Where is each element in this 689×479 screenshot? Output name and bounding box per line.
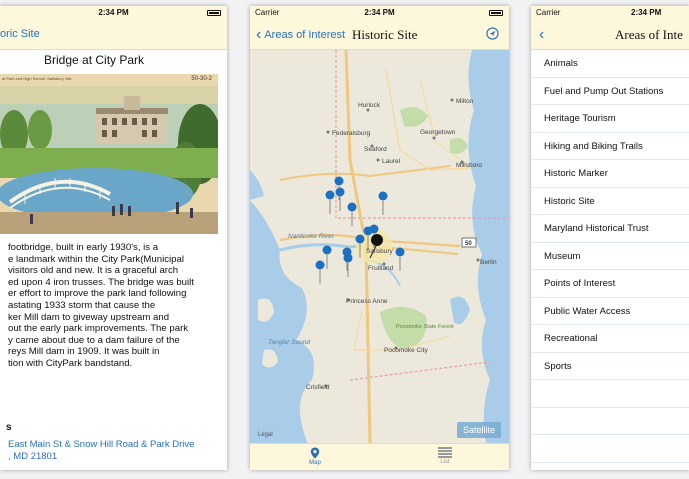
map-label: Georgetown xyxy=(420,129,456,136)
map-label: Salisbury xyxy=(366,248,393,255)
map-label: Laurel xyxy=(382,158,401,165)
status-bar: Carrier 2:34 PM xyxy=(531,6,689,20)
description-line: ed upon 4 iron trusses. The bridge was b… xyxy=(8,276,194,288)
address-line[interactable]: , MD 21801 xyxy=(8,451,194,463)
empty-row xyxy=(531,408,689,435)
nav-bar: oric Site xyxy=(0,20,227,50)
map-pin-icon xyxy=(310,447,320,459)
postcard-number: 50-30-2 xyxy=(191,76,212,82)
back-button[interactable]: ‹ xyxy=(539,20,547,50)
list-item[interactable]: Heritage Tourism xyxy=(531,105,689,133)
page-title: Areas of Inte xyxy=(615,27,683,42)
back-button[interactable]: oric Site xyxy=(0,20,40,49)
page-title: Historic Site xyxy=(352,27,418,42)
description-line: astating 1933 storm that cause the xyxy=(8,299,156,311)
areas-list: Animals Fuel and Pump Out Stations Herit… xyxy=(531,50,689,463)
map-label: Millsboro xyxy=(456,162,482,169)
map-label: Tangier Sound xyxy=(268,339,310,346)
list-item[interactable]: Sports xyxy=(531,353,689,380)
description-line: er effort to improve the park land follo… xyxy=(8,288,187,300)
map-screen: Carrier 2:34 PM ‹ Areas of Interest Histo… xyxy=(250,6,509,470)
list-icon xyxy=(438,447,452,458)
map-label: Pocomoke City xyxy=(384,347,428,354)
status-time: 2:34 PM xyxy=(98,8,129,17)
status-time: 2:34 PM xyxy=(364,8,395,17)
chevron-left-icon: ‹ xyxy=(256,26,262,43)
chevron-left-icon: ‹ xyxy=(539,26,545,43)
list-item[interactable]: Museum xyxy=(531,243,689,270)
status-bar: 2:34 PM xyxy=(0,6,227,20)
description-line: e landmark within the City Park(Municipa… xyxy=(8,253,184,265)
tab-list[interactable]: List xyxy=(405,444,485,465)
empty-row xyxy=(531,380,689,408)
map-label: Fruitland xyxy=(368,265,394,272)
map-view[interactable]: Federalsburg Hurlock Milton Georgetown S… xyxy=(250,50,509,444)
address-heading: s xyxy=(6,422,12,433)
description-line: reys Mill dam in 1909. It was built in xyxy=(8,346,160,358)
route-shield-label: 50 xyxy=(465,241,472,247)
map-label: Princess Anne xyxy=(346,298,388,305)
tab-map[interactable]: Map xyxy=(275,444,355,466)
postcard-caption: al Park and High School. Salisbury, Md. xyxy=(2,76,73,81)
back-label: Areas of Interest xyxy=(264,29,346,41)
map-label: Seaford xyxy=(364,146,387,153)
carrier-label: Carrier xyxy=(536,8,561,17)
description-line: y came about due to a dam failure of the xyxy=(8,334,180,346)
description-line: ker Mill dam to giveway upstream and xyxy=(8,311,170,323)
postcard-illustration xyxy=(0,74,218,234)
postcard-image: al Park and High School. Salisbury, Md. … xyxy=(0,74,218,234)
legal-link[interactable]: Legal xyxy=(258,432,273,438)
nav-bar: ‹ Areas of Interest Historic Site xyxy=(250,20,509,50)
list-item[interactable]: Hiking and Biking Trails xyxy=(531,133,689,160)
map-label: Crisfield xyxy=(306,384,330,391)
description-line: out the early park improvements. The par… xyxy=(8,323,189,335)
location-arrow-icon[interactable] xyxy=(486,27,499,40)
address-line[interactable]: East Main St & Snow Hill Road & Park Dri… xyxy=(8,439,194,451)
map-canvas[interactable]: Federalsburg Hurlock Milton Georgetown S… xyxy=(250,50,509,444)
battery-icon xyxy=(207,10,221,16)
back-button[interactable]: ‹ Areas of Interest xyxy=(256,20,345,50)
map-label: Pocomoke State Forest xyxy=(396,324,454,330)
tab-map-label: Map xyxy=(309,460,321,466)
status-bar: Carrier 2:34 PM xyxy=(250,6,509,20)
map-label: Federalsburg xyxy=(332,130,371,137)
battery-icon xyxy=(489,10,503,16)
map-label: Nanticoke River xyxy=(288,233,335,240)
tab-bar: Map List xyxy=(250,443,509,470)
detail-screen: 2:34 PM oric Site Bridge at City Park al… xyxy=(0,6,227,470)
list-item[interactable]: Historic Marker xyxy=(531,160,689,188)
list-item[interactable]: Maryland Historical Trust xyxy=(531,215,689,243)
site-description: footbridge, built in early 1930's, is a … xyxy=(8,242,224,370)
list-item[interactable]: Fuel and Pump Out Stations xyxy=(531,78,689,105)
map-label: Berlin xyxy=(480,259,497,266)
satellite-toggle[interactable]: Satellite xyxy=(456,422,501,438)
map-label: Hurlock xyxy=(358,102,381,109)
map-label: Milton xyxy=(456,98,474,105)
tab-list-label: List xyxy=(440,459,450,465)
description-line: tion with CityPark bandstand. xyxy=(8,357,133,369)
areas-list-screen: Carrier 2:34 PM ‹ Areas of Inte Animals … xyxy=(531,6,689,470)
page-title: Bridge at City Park xyxy=(44,53,145,67)
empty-row xyxy=(531,435,689,463)
list-item[interactable]: Points of Interest xyxy=(531,270,689,298)
status-time: 2:34 PM xyxy=(631,8,662,17)
list-item[interactable]: Public Water Access xyxy=(531,298,689,325)
list-item[interactable]: Historic Site xyxy=(531,188,689,215)
description-line: footbridge, built in early 1930's, is a xyxy=(8,242,159,253)
address-link[interactable]: East Main St & Snow Hill Road & Park Dri… xyxy=(8,439,194,462)
description-line: visitors old and new. It is a graceful a… xyxy=(8,265,179,277)
list-item[interactable]: Recreational xyxy=(531,325,689,353)
list-item[interactable]: Animals xyxy=(531,50,689,78)
nav-bar: ‹ Areas of Inte xyxy=(531,20,689,50)
